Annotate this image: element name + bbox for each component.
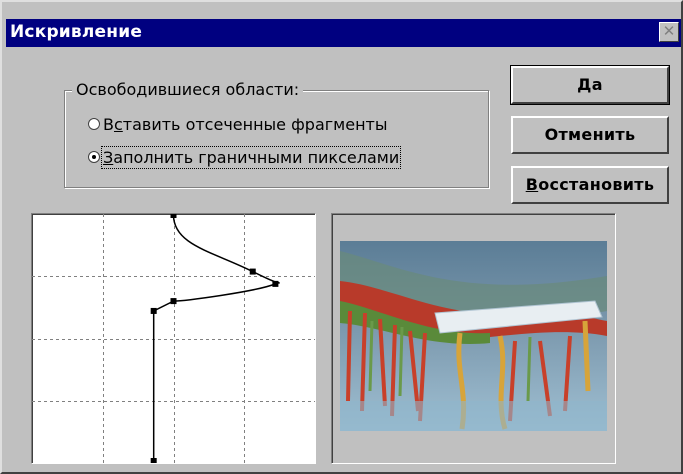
radio-insert-fragments[interactable]: Вставить отсеченные фрагменты [88, 113, 387, 135]
warp-curve [152, 214, 280, 461]
radio-fill-edge-pixels-circle[interactable] [88, 151, 100, 163]
curve-editor[interactable] [31, 213, 316, 464]
curve-control-point[interactable] [150, 307, 157, 314]
accelerator-key: В [525, 175, 539, 194]
label-part: В [103, 114, 114, 134]
radio-insert-fragments-label: Вставить отсеченные фрагменты [103, 115, 387, 134]
restore-button-label: осстановить [538, 175, 655, 194]
close-icon: ✕ [662, 22, 676, 40]
curve-grid[interactable] [32, 214, 315, 463]
close-button[interactable]: ✕ [659, 22, 679, 42]
freed-areas-group [64, 90, 489, 188]
accelerator-key: З [103, 147, 114, 167]
curve-control-point[interactable] [272, 280, 279, 287]
title-bar[interactable]: Искривление ✕ [6, 19, 681, 47]
curve-control-point[interactable] [249, 268, 256, 275]
warp-dialog: Искривление ✕ Освободившиеся области: Вс… [0, 0, 683, 474]
cancel-button[interactable]: Отменить [511, 116, 669, 154]
accelerator-key: с [113, 114, 123, 134]
preview-panel [331, 213, 616, 464]
dialog-title: Искривление [10, 22, 143, 42]
curve-control-point[interactable] [150, 458, 157, 463]
freed-areas-label: Освободившиеся области: [72, 80, 304, 100]
curve-control-point[interactable] [170, 214, 177, 218]
curve-control-point[interactable] [170, 298, 177, 305]
label-part: тавить отсеченные фрагменты [122, 114, 388, 134]
radio-fill-edge-pixels[interactable]: Заполнить граничными пикселами [88, 145, 402, 169]
restore-button[interactable]: Восстановить [511, 166, 669, 204]
ok-button[interactable]: Да [510, 65, 670, 105]
radio-insert-fragments-circle[interactable] [88, 118, 100, 130]
radio-fill-edge-pixels-label: Заполнить граничными пикселами [100, 145, 402, 169]
label-part: аполнить граничными пикселами [113, 147, 400, 167]
distorted-image-preview [340, 241, 607, 431]
